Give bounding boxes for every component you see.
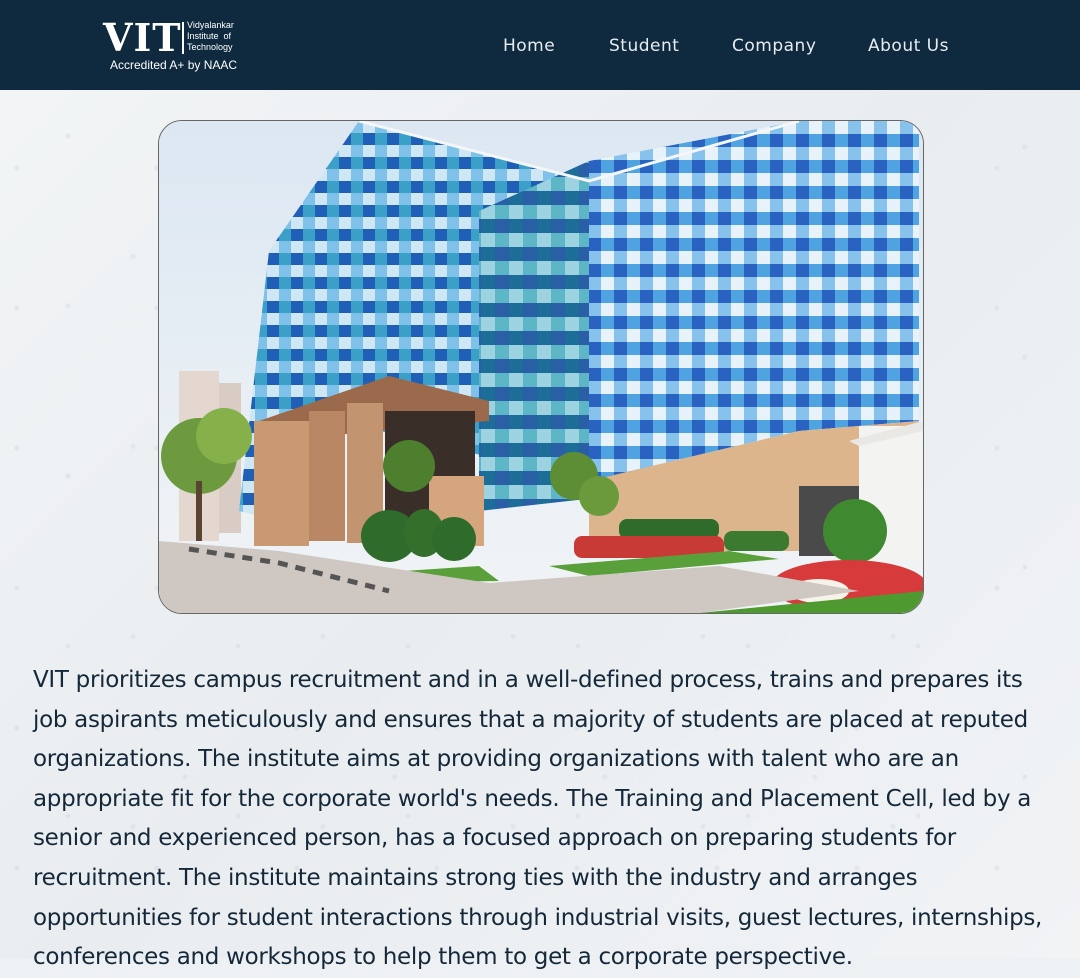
placement-description: VIT prioritizes campus recruitment and i… — [33, 667, 1043, 971]
logo-mark: VIT — [103, 15, 182, 60]
logo-divider — [182, 22, 184, 54]
top-navbar: VIT Vidyalankar Institute of Technology … — [0, 0, 1080, 90]
logo-name-line1: Vidyalankar — [187, 20, 234, 30]
logo-name-line2: Institute of — [187, 31, 232, 41]
nav-link-about-us[interactable]: About Us — [868, 36, 949, 56]
logo-institute-name: Vidyalankar Institute of Technology — [187, 20, 247, 53]
nav-link-home[interactable]: Home — [503, 36, 555, 56]
campus-building-photo — [158, 120, 924, 614]
vit-logo[interactable]: VIT Vidyalankar Institute of Technology … — [103, 18, 243, 74]
logo-name-line3: Technology — [187, 42, 233, 52]
logo-accreditation: Accredited A+ by NAAC — [110, 58, 238, 72]
nav-link-student[interactable]: Student — [609, 36, 679, 56]
nav-link-company[interactable]: Company — [732, 36, 816, 56]
